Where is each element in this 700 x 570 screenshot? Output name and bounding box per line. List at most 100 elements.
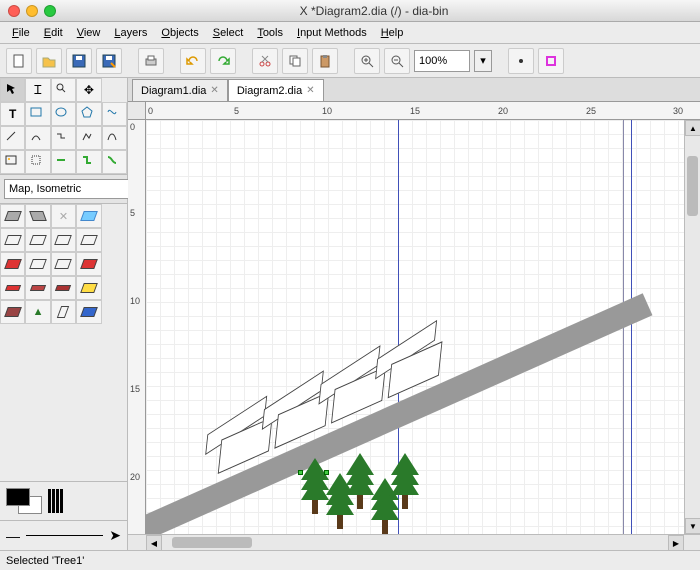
shape-roof-red-2[interactable] (76, 252, 101, 276)
shape-block-5[interactable] (25, 252, 50, 276)
menu-objects[interactable]: Objects (155, 25, 204, 41)
tree-object[interactable] (391, 465, 419, 509)
tool-magnify[interactable] (51, 78, 76, 102)
tree-object[interactable] (301, 470, 329, 514)
tool-outline[interactable] (25, 150, 50, 174)
tool-arc[interactable] (25, 126, 50, 150)
tool-box[interactable] (25, 102, 50, 126)
redo-button[interactable] (210, 48, 236, 74)
menu-view[interactable]: View (71, 25, 107, 41)
tool-scroll[interactable]: ✥ (76, 78, 101, 102)
drawing-canvas[interactable] (146, 120, 684, 534)
menu-input-methods[interactable]: Input Methods (291, 25, 373, 41)
color-swatches[interactable] (6, 488, 42, 514)
scrollbar-vertical[interactable]: ▲ ▼ (684, 120, 700, 534)
copy-button[interactable] (282, 48, 308, 74)
ruler-origin[interactable] (128, 102, 146, 120)
tool-line[interactable] (0, 126, 25, 150)
close-tab-icon[interactable]: ✕ (210, 85, 218, 96)
shape-river[interactable] (76, 204, 101, 228)
menu-select[interactable]: Select (207, 25, 250, 41)
tool-connector-2[interactable] (76, 150, 101, 174)
paste-button[interactable] (312, 48, 338, 74)
tree-object[interactable] (346, 465, 374, 509)
open-file-button[interactable] (36, 48, 62, 74)
line-weight-selector[interactable] (26, 535, 103, 536)
scroll-thumb-h[interactable] (172, 537, 252, 548)
menu-file[interactable]: File (6, 25, 36, 41)
tool-pointer[interactable] (0, 78, 25, 102)
tool-beziergon[interactable] (102, 102, 127, 126)
line-style-selector[interactable] (48, 489, 63, 513)
scroll-thumb-v[interactable] (687, 156, 698, 216)
close-window-button[interactable] (8, 5, 20, 17)
shape-block-6[interactable] (51, 252, 76, 276)
shape-block-2[interactable] (25, 228, 50, 252)
shape-sign[interactable] (51, 300, 76, 324)
selection-handle[interactable] (298, 470, 303, 475)
main-toolbar: ▾ (0, 44, 700, 78)
shape-block-1[interactable] (0, 228, 25, 252)
tool-ellipse[interactable] (51, 102, 76, 126)
shape-tree[interactable]: ▲ (25, 300, 50, 324)
tool-zigzag[interactable] (51, 126, 76, 150)
close-tab-icon[interactable]: ✕ (306, 85, 314, 96)
menu-layers[interactable]: Layers (108, 25, 153, 41)
shape-road-2[interactable] (25, 204, 50, 228)
scrollbar-horizontal[interactable]: ◀ ▶ (128, 534, 700, 550)
tab-diagram1[interactable]: Diagram1.dia✕ (132, 79, 228, 101)
shape-car-3[interactable] (51, 276, 76, 300)
shape-car-1[interactable] (0, 276, 25, 300)
selection-handle[interactable] (324, 470, 329, 475)
scroll-left-button[interactable]: ◀ (146, 535, 162, 551)
tab-diagram2[interactable]: Diagram2.dia✕ (228, 79, 324, 101)
menu-edit[interactable]: Edit (38, 25, 69, 41)
fg-color-swatch[interactable] (6, 488, 30, 506)
tool-polyline[interactable] (76, 126, 101, 150)
tool-connector-3[interactable] (102, 150, 127, 174)
shape-road-cross[interactable]: ✕ (51, 204, 76, 228)
scroll-down-button[interactable]: ▼ (685, 518, 700, 534)
tool-image[interactable] (0, 150, 25, 174)
tool-connector-1[interactable] (51, 150, 76, 174)
scroll-right-button[interactable]: ▶ (668, 535, 684, 551)
zoom-in-icon (359, 53, 375, 69)
arrow-end-selector[interactable]: ➤ (109, 527, 121, 544)
scroll-up-button[interactable]: ▲ (685, 120, 700, 136)
zoom-out-button[interactable] (384, 48, 410, 74)
snap-object-button[interactable] (538, 48, 564, 74)
shape-train[interactable] (0, 300, 25, 324)
menu-tools[interactable]: Tools (251, 25, 289, 41)
clipboard-icon (317, 53, 333, 69)
print-button[interactable] (138, 48, 164, 74)
minimize-window-button[interactable] (26, 5, 38, 17)
cut-button[interactable] (252, 48, 278, 74)
shape-footbridge[interactable] (76, 300, 101, 324)
undo-button[interactable] (180, 48, 206, 74)
tool-text[interactable]: T (0, 102, 25, 126)
shape-block-4[interactable] (76, 228, 101, 252)
tool-text-edit[interactable]: Ꮖ (25, 78, 50, 102)
ibeam-icon: Ꮖ (34, 83, 42, 98)
save-button[interactable] (66, 48, 92, 74)
zoom-dropdown-button[interactable]: ▾ (474, 50, 492, 72)
ruler-horizontal[interactable]: 0 5 10 15 20 25 30 (146, 102, 700, 120)
shape-block-3[interactable] (51, 228, 76, 252)
shape-road-1[interactable] (0, 204, 25, 228)
maximize-window-button[interactable] (44, 5, 56, 17)
shape-car-2[interactable] (25, 276, 50, 300)
ruler-vertical[interactable]: 0 5 10 15 20 (128, 120, 146, 534)
tool-bezier[interactable] (102, 126, 127, 150)
new-file-button[interactable] (6, 48, 32, 74)
shape-brick[interactable] (76, 276, 101, 300)
tool-polygon[interactable] (76, 102, 101, 126)
shape-roof-red-1[interactable] (0, 252, 25, 276)
arrow-start-selector[interactable]: — (6, 528, 20, 544)
save-as-button[interactable] (96, 48, 122, 74)
zoom-in-button[interactable] (354, 48, 380, 74)
zoom-level-input[interactable] (414, 50, 470, 72)
guide-vertical[interactable] (631, 120, 632, 534)
menu-help[interactable]: Help (375, 25, 410, 41)
snap-grid-button[interactable] (508, 48, 534, 74)
snap-object-icon (543, 53, 559, 69)
